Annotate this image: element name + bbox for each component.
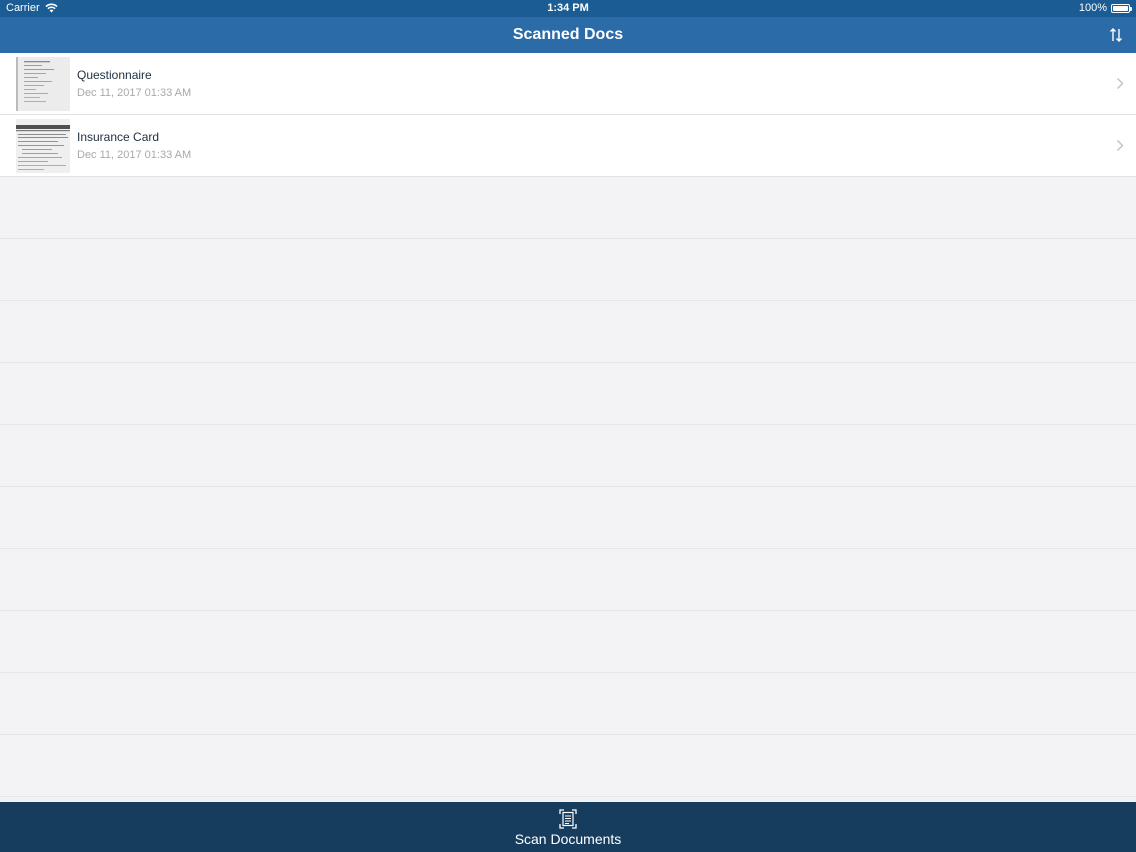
empty-row xyxy=(0,239,1136,301)
empty-row xyxy=(0,363,1136,425)
status-time: 1:34 PM xyxy=(547,2,589,14)
sort-icon xyxy=(1110,28,1122,42)
battery-status: 100% xyxy=(1078,2,1132,14)
tab-bar: Scan Documents xyxy=(0,802,1136,852)
document-row-questionnaire[interactable]: Questionnaire Dec 11, 2017 01:33 AM xyxy=(0,53,1136,115)
empty-row xyxy=(0,425,1136,487)
document-date: Dec 11, 2017 01:33 AM xyxy=(77,87,192,99)
battery-icon xyxy=(1111,3,1132,13)
questionnaire-thumbnail-image xyxy=(16,57,70,111)
document-date: Dec 11, 2017 01:33 AM xyxy=(77,149,192,161)
chevron-right-icon xyxy=(1116,77,1124,90)
document-thumbnail xyxy=(16,119,70,173)
document-row-insurance-card[interactable]: Insurance Card Dec 11, 2017 01:33 AM xyxy=(0,115,1136,177)
empty-row xyxy=(0,549,1136,611)
chevron-right-icon xyxy=(1116,139,1124,152)
sort-button[interactable] xyxy=(1104,23,1128,47)
empty-row xyxy=(0,487,1136,549)
empty-row xyxy=(0,301,1136,363)
document-name: Questionnaire xyxy=(77,68,152,82)
status-bar: Carrier 1:34 PM 100% xyxy=(0,0,1136,17)
page-title: Scanned Docs xyxy=(512,26,624,43)
scan-document-icon xyxy=(559,809,577,829)
empty-row xyxy=(0,177,1136,239)
scan-documents-button[interactable]: Scan Documents xyxy=(468,802,668,852)
documents-list: Questionnaire Dec 11, 2017 01:33 AM Insu… xyxy=(0,53,1136,802)
empty-row xyxy=(0,611,1136,673)
insurance-card-thumbnail-image xyxy=(16,119,70,173)
battery-percent: 100% xyxy=(1078,2,1107,14)
empty-row xyxy=(0,673,1136,735)
document-name: Insurance Card xyxy=(77,130,160,144)
empty-row xyxy=(0,735,1136,797)
navigation-bar: Scanned Docs xyxy=(0,17,1136,53)
document-thumbnail xyxy=(16,57,70,111)
scan-documents-label: Scan Documents xyxy=(514,831,622,847)
